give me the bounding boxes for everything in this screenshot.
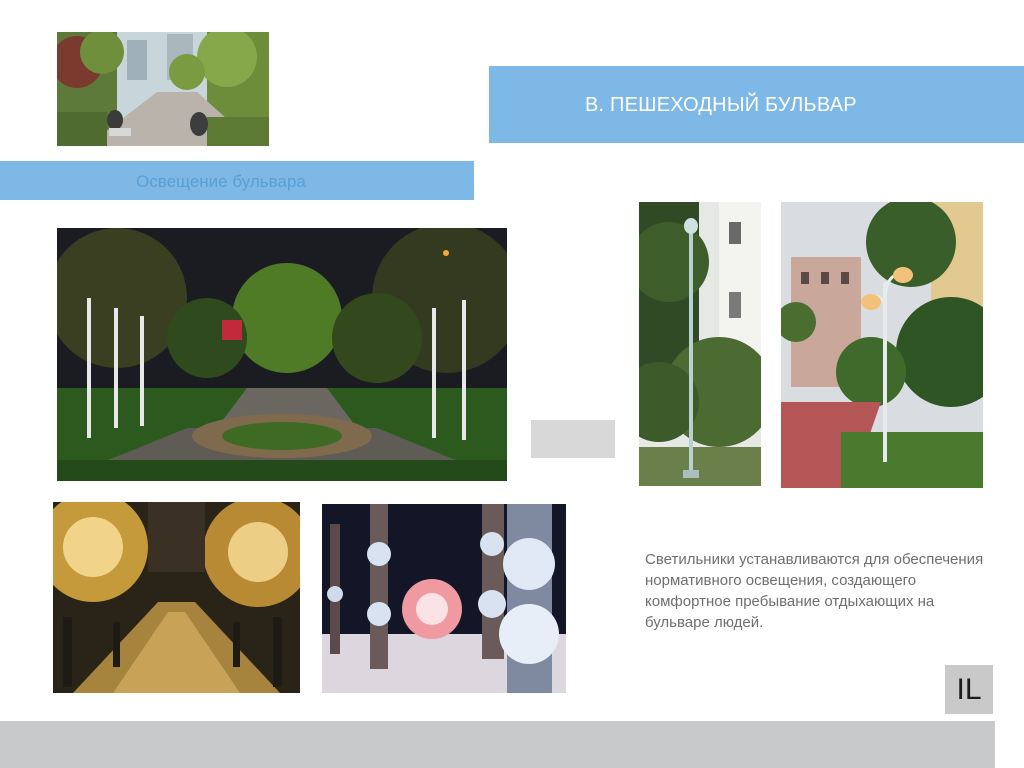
single-lamp-post-photo: [639, 202, 761, 486]
festive-lit-trees-street-photo: [53, 502, 300, 693]
description-text: Светильники устанавливаются для обеспече…: [645, 551, 984, 631]
boulevard-night-lighting-photo: [57, 228, 507, 481]
section-subtitle: Освещение бульвара: [136, 172, 306, 191]
company-logo: IL: [945, 665, 993, 714]
page-title: В. ПЕШЕХОДНЫЙ БУЛЬВАР: [585, 94, 857, 116]
subtitle-banner: Освещение бульвара: [0, 161, 474, 200]
footer-bar: [0, 721, 995, 768]
boulevard-daytime-photo: [57, 32, 269, 146]
placeholder-box: [531, 420, 615, 458]
title-banner: В. ПЕШЕХОДНЫЙ БУЛЬВАР: [489, 66, 1024, 143]
winter-lit-trees-photo: [322, 504, 566, 693]
double-lantern-lamp-post-photo: [781, 202, 983, 488]
